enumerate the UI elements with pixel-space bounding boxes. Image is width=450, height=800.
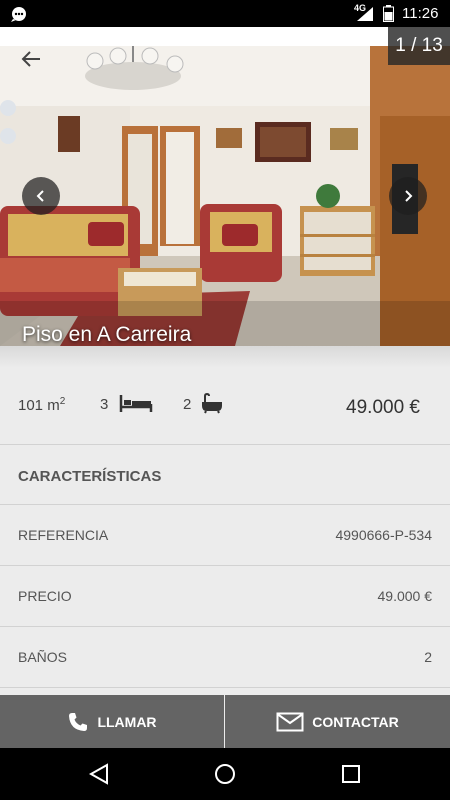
feature-value: 2 <box>424 649 432 665</box>
previous-photo-button[interactable] <box>22 177 60 215</box>
clock: 11:26 <box>402 5 439 22</box>
contact-button-label: CONTACTAR <box>312 713 399 730</box>
call-button-label: LLAMAR <box>97 713 157 730</box>
feature-label: PRECIO <box>18 588 72 604</box>
feature-row-reference: REFERENCIA 4990666-P-534 <box>0 505 450 565</box>
next-photo-button[interactable] <box>389 177 427 215</box>
bathtub-icon <box>202 392 222 414</box>
feature-value: 4990666-P-534 <box>335 527 432 543</box>
living-room-photo <box>0 46 450 346</box>
price: 49.000 € <box>346 397 420 418</box>
property-title: Piso en A Carreira <box>22 323 192 346</box>
section-title-characteristics: CARACTERÍSTICAS <box>18 468 162 485</box>
divider <box>0 687 450 688</box>
system-navigation-bar <box>0 748 450 800</box>
phone-icon <box>69 712 88 731</box>
action-bar: LLAMAR CONTACTAR <box>0 695 450 748</box>
photo-counter: 1 / 13 <box>388 27 450 65</box>
battery-icon <box>383 5 394 22</box>
recents-nav-icon[interactable] <box>339 762 363 786</box>
photo-shadow <box>0 346 450 368</box>
chat-notification-icon <box>11 7 26 22</box>
home-nav-icon[interactable] <box>213 762 237 786</box>
feature-row-price: PRECIO 49.000 € <box>0 566 450 626</box>
call-button[interactable]: LLAMAR <box>0 695 224 748</box>
back-arrow-icon[interactable] <box>18 46 44 72</box>
chevron-right-icon <box>405 190 413 202</box>
chevron-left-icon <box>36 190 44 202</box>
status-bar: 4G 11:26 <box>0 0 450 27</box>
bedrooms-count: 3 <box>100 396 109 413</box>
divider <box>0 444 450 445</box>
feature-label: BAÑOS <box>18 649 68 665</box>
area-value: 101 m2 <box>18 396 66 414</box>
feature-row-bathrooms: BAÑOS 2 <box>0 627 450 687</box>
signal-icon <box>357 7 373 21</box>
feature-value: 49.000 € <box>377 588 433 604</box>
contact-button[interactable]: CONTACTAR <box>225 695 450 748</box>
property-summary: 101 m2 3 2 49.000 € <box>0 368 450 444</box>
bathrooms-count: 2 <box>183 396 192 413</box>
property-photo[interactable] <box>0 46 450 346</box>
toolbar-background <box>0 27 450 47</box>
feature-label: REFERENCIA <box>18 527 109 543</box>
mail-icon <box>276 712 304 731</box>
back-nav-icon[interactable] <box>87 762 111 786</box>
bed-icon <box>119 395 153 412</box>
